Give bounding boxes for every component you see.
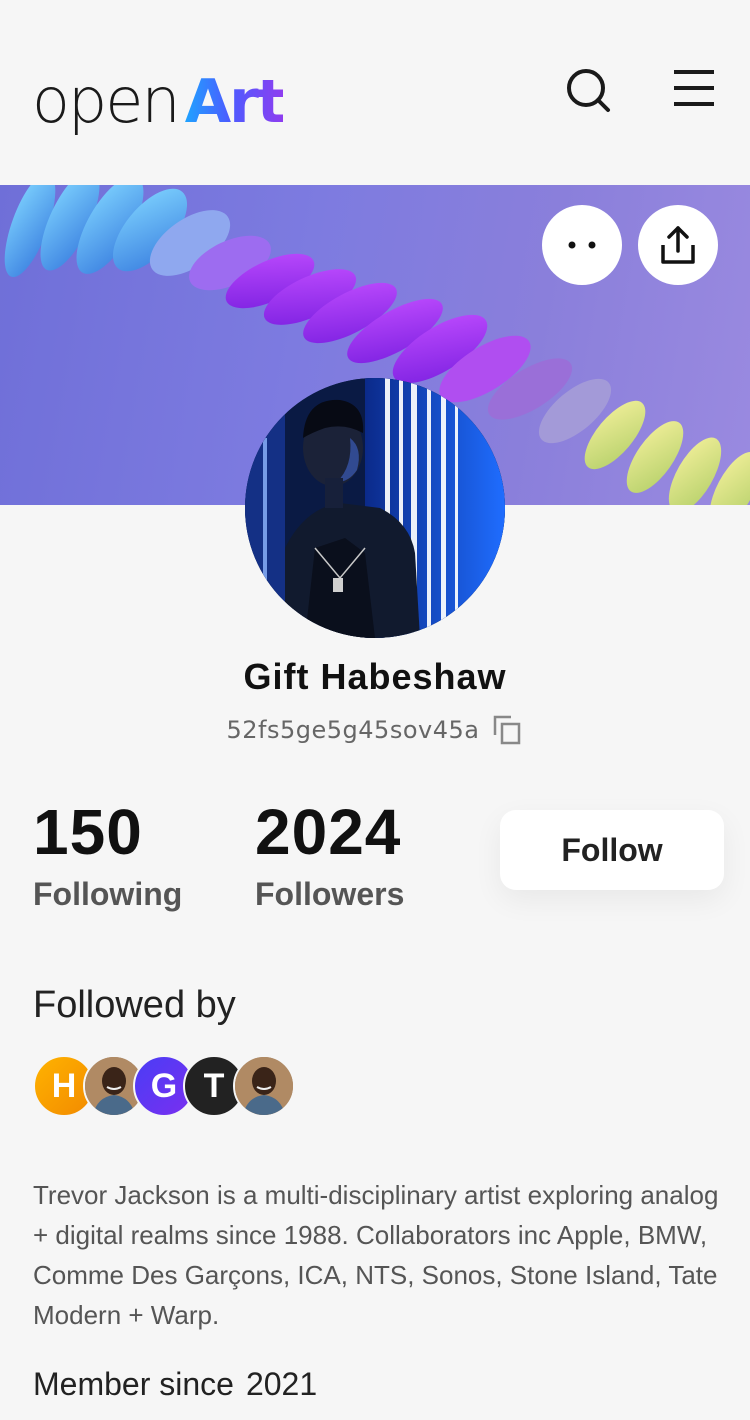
more-options-button[interactable] — [542, 205, 622, 285]
copy-address-button[interactable] — [491, 714, 523, 746]
logo-text-art: Art — [184, 67, 286, 137]
member-since: Member since 2021 — [33, 1366, 317, 1403]
more-dots-icon — [568, 241, 596, 249]
menu-button[interactable] — [666, 60, 722, 116]
share-icon — [661, 226, 695, 264]
follower-initial: H — [51, 1066, 77, 1105]
wallet-address-row: 52fs5ge5g45sov45a — [0, 714, 750, 746]
follower-avatar[interactable] — [233, 1055, 295, 1117]
follower-initial: T — [203, 1066, 225, 1105]
followers-stat[interactable]: 2024 Followers — [255, 800, 404, 913]
followers-count: 2024 — [255, 796, 402, 868]
profile-name: Gift Habeshaw — [243, 656, 507, 697]
person-photo — [235, 1057, 293, 1115]
profile-avatar — [245, 378, 505, 638]
share-button[interactable] — [638, 205, 718, 285]
following-label: Following — [33, 876, 183, 912]
profile-bio: Trevor Jackson is a multi-disciplinary a… — [33, 1180, 719, 1330]
followed-by-avatars: H G T — [33, 1055, 333, 1117]
following-count: 150 — [33, 796, 143, 868]
follower-initial: G — [150, 1066, 178, 1105]
header: open Art — [0, 0, 750, 185]
search-button[interactable] — [560, 62, 616, 118]
followed-by-title: Followed by — [33, 984, 236, 1026]
followers-label: Followers — [255, 876, 405, 912]
copy-icon — [494, 715, 521, 745]
hamburger-menu-icon — [674, 70, 714, 106]
logo-text-open: open — [32, 64, 181, 137]
follow-button[interactable]: Follow — [500, 810, 724, 890]
member-since-label: Member since — [33, 1366, 234, 1402]
openart-logo[interactable]: open Art — [32, 52, 286, 137]
following-stat[interactable]: 150 Following — [33, 800, 182, 913]
member-since-year: 2021 — [245, 1366, 318, 1402]
wallet-address: 52fs5ge5g45sov45a — [226, 716, 480, 744]
avatar-portrait — [245, 378, 505, 638]
search-icon — [567, 69, 610, 112]
